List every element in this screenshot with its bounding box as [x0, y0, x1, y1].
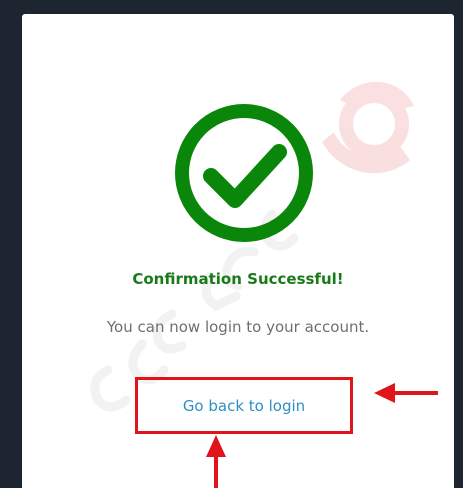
check-circle-icon	[171, 100, 317, 246]
confirmation-title: Confirmation Successful!	[132, 270, 344, 288]
back-to-login-link[interactable]: Go back to login	[135, 377, 353, 434]
confirmation-message: You can now login to your account.	[106, 318, 370, 336]
confirmation-card: Confirmation Successful! You can now log…	[22, 14, 454, 488]
